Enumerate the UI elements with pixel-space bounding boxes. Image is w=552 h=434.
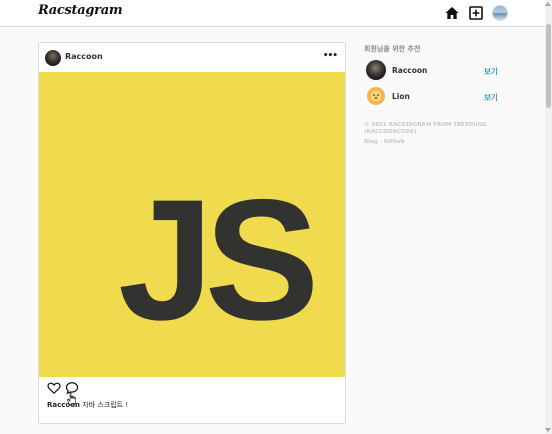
suggestion-item: Raccoon 보기	[364, 60, 504, 82]
footer-link-github[interactable]: Github	[384, 139, 405, 145]
caption-text: 자바 스크립트 !	[80, 401, 129, 409]
post-header: Raccoon •••	[39, 43, 345, 72]
suggestion-item: Lion 보기	[364, 86, 504, 108]
caption-author[interactable]: Raccoon	[47, 401, 80, 409]
more-icon[interactable]: •••	[323, 51, 338, 61]
heart-icon[interactable]	[47, 381, 61, 395]
footer-separator: ·	[379, 139, 382, 145]
home-icon[interactable]	[444, 5, 460, 21]
suggestion-see-button[interactable]: 보기	[484, 66, 498, 77]
js-logo-text: JS	[118, 164, 319, 356]
suggestions-title: 회원님을 위한 추천	[364, 45, 421, 53]
post-author-avatar[interactable]	[45, 50, 61, 66]
sidebar: 회원님을 위한 추천 Raccoon 보기 Lion 보기 © 2021 RAC…	[364, 44, 514, 145]
post-caption: Raccoon 자바 스크립트 !	[47, 400, 128, 410]
post-image: JS	[39, 72, 345, 377]
suggestion-name[interactable]: Lion	[392, 92, 410, 101]
app-logo[interactable]: Racstagram	[38, 3, 123, 18]
suggestion-avatar-lion[interactable]	[366, 86, 386, 106]
scroll-thumb[interactable]	[546, 24, 551, 108]
suggestion-see-button[interactable]: 보기	[484, 92, 498, 103]
add-post-icon[interactable]	[468, 5, 484, 21]
profile-avatar[interactable]	[492, 5, 508, 21]
footer-links: Blog · Github	[364, 139, 405, 145]
footer-link-blog[interactable]: Blog	[364, 139, 378, 145]
suggestion-name[interactable]: Raccoon	[392, 66, 427, 75]
scrollbar[interactable]	[545, 0, 552, 434]
top-navbar: Racstagram	[0, 0, 545, 27]
footer-copyright: © 2021 RACSTAGRAM FROM TAEYOUNG (RACCOON…	[364, 122, 487, 135]
post-author-name[interactable]: Raccoon	[65, 52, 103, 61]
post-card: Raccoon ••• JS Raccoon 자바 스크립트 !	[38, 42, 346, 424]
suggestion-avatar-raccoon[interactable]	[366, 60, 386, 80]
scroll-down-arrow-icon[interactable]	[545, 428, 551, 432]
scroll-up-arrow-icon[interactable]	[545, 2, 551, 6]
